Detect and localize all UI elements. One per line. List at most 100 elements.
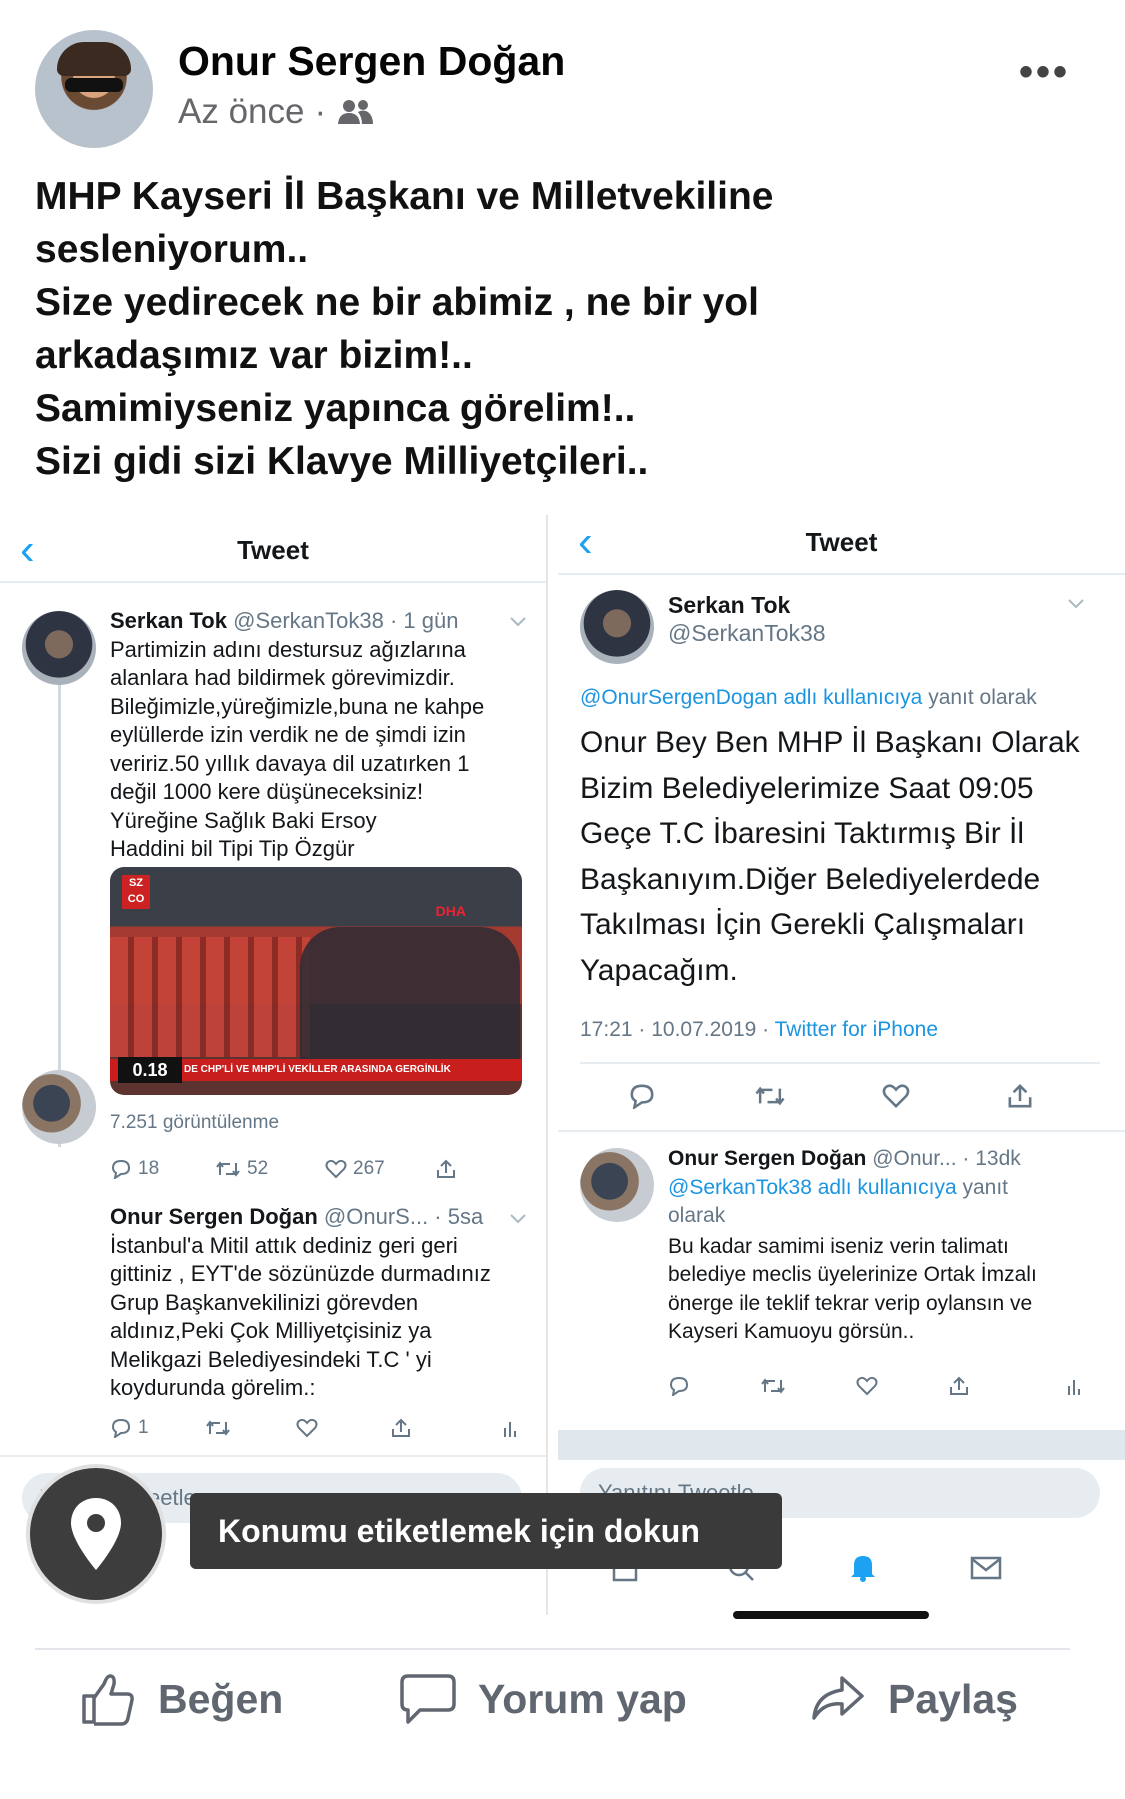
chevron-down-icon[interactable] bbox=[508, 1212, 528, 1226]
reply-action[interactable]: 18 bbox=[110, 1158, 215, 1180]
meta-separator: · bbox=[314, 92, 327, 131]
tweet-header: Onur Sergen Doğan @OnurS... · 5sa bbox=[110, 1203, 542, 1232]
tweet-line: Partimizin adını destursuz ağızlarına bbox=[110, 636, 466, 662]
tweet-header: Serkan Tok @SerkanTok38 bbox=[668, 591, 826, 647]
post-text-line: Size yedirecek ne bir abimiz , ne bir yo… bbox=[35, 281, 759, 324]
tweet-line: Melikgazi Belediyesindeki T.C ' yi bbox=[110, 1346, 432, 1372]
divider bbox=[580, 1062, 1100, 1064]
tweet-line: belediye meclis üyelerinize Ortak İmzalı bbox=[668, 1263, 1037, 1286]
right-tweet-screenshot[interactable]: ‹ Tweet Serkan Tok @SerkanTok38 @OnurSer… bbox=[558, 515, 1125, 1615]
heart-icon[interactable] bbox=[882, 1083, 910, 1109]
action-divider bbox=[35, 1648, 1070, 1650]
tweet-actions: 18 52 267 bbox=[110, 1158, 530, 1180]
tweet-line: Haddini bil Tipi Tip Özgür bbox=[110, 836, 355, 861]
tweet-line: İstanbul'a Mitil attık dediniz geri geri bbox=[110, 1232, 458, 1258]
tweet-line: önerge ile teklif tekrar verip oylansın … bbox=[668, 1291, 1033, 1315]
share-icon[interactable] bbox=[435, 1158, 457, 1180]
reply-to-text: olarak bbox=[668, 1204, 726, 1227]
more-options-icon[interactable]: ••• bbox=[1019, 50, 1070, 95]
reply-count: 18 bbox=[138, 1158, 160, 1179]
author-name[interactable]: Onur Sergen Doğan bbox=[178, 38, 565, 85]
tweet-nav-bar: ‹ Tweet bbox=[558, 515, 1125, 575]
tweet-actions bbox=[668, 1375, 1108, 1397]
retweet-icon[interactable] bbox=[754, 1083, 786, 1109]
tweet-avatar[interactable] bbox=[22, 611, 96, 685]
reply-action[interactable]: 1 bbox=[110, 1417, 205, 1439]
messages-mail-icon[interactable] bbox=[970, 1555, 1002, 1581]
share-icon[interactable] bbox=[390, 1417, 412, 1439]
chevron-down-icon[interactable] bbox=[508, 615, 528, 629]
location-tooltip[interactable]: Konumu etiketlemek için dokun bbox=[190, 1493, 782, 1569]
video-duration: 0.18 bbox=[118, 1057, 182, 1083]
heart-icon[interactable] bbox=[856, 1376, 878, 1396]
like-action[interactable]: 267 bbox=[325, 1158, 435, 1180]
view-count: 7.251 görüntülenme bbox=[110, 1112, 280, 1133]
comment-button[interactable]: Yorum yap bbox=[400, 1672, 687, 1726]
retweet-icon[interactable] bbox=[205, 1418, 231, 1438]
post-text-line: sesleniyorum.. bbox=[35, 228, 309, 271]
separator-band bbox=[558, 1430, 1125, 1460]
retweet-count: 52 bbox=[247, 1158, 269, 1179]
retweet-icon[interactable] bbox=[760, 1376, 786, 1396]
tweet-line: Yüreğine Sağlık Baki Ersoy bbox=[110, 807, 377, 833]
location-pin-button[interactable] bbox=[30, 1468, 162, 1600]
like-button[interactable]: Beğen bbox=[80, 1672, 283, 1726]
retweet-action[interactable]: 52 bbox=[215, 1158, 325, 1180]
share-icon[interactable] bbox=[948, 1375, 970, 1397]
left-tweet-screenshot[interactable]: ‹ Tweet Serkan Tok @SerkanTok38 · 1 gün … bbox=[0, 515, 548, 1615]
reply-to-link[interactable]: @OnurSergenDogan adlı kullanıcıya bbox=[580, 686, 922, 709]
post-meta: Az önce · bbox=[178, 92, 374, 132]
tweet-line: veririz.50 yıllık davaya dil uzatırken 1 bbox=[110, 750, 470, 776]
chevron-down-icon[interactable] bbox=[1066, 597, 1086, 611]
tweet-author[interactable]: Serkan Tok bbox=[668, 591, 826, 619]
analytics-icon[interactable] bbox=[1066, 1376, 1082, 1396]
tweet-avatar[interactable] bbox=[580, 590, 654, 664]
comment-label: Yorum yap bbox=[478, 1675, 687, 1722]
analytics-icon[interactable] bbox=[502, 1418, 518, 1438]
tweet-line: değil 1000 kere düşüneceksiniz! bbox=[110, 779, 424, 804]
post-text-line: MHP Kayseri İl Başkanı ve Milletvekiline bbox=[35, 175, 774, 218]
post-header: Onur Sergen Doğan Az önce · ••• bbox=[0, 0, 1125, 150]
tweet-video[interactable]: SZ CO DHA DE CHP'Lİ VE MHP'Lİ VEKİLLER A… bbox=[110, 867, 522, 1095]
tweet-line: Geçe T.C İbaresini Taktırmış Bir İl bbox=[580, 817, 1025, 850]
tweet-line: Onur Bey Ben MHP İl Başkanı Olarak bbox=[580, 726, 1080, 759]
comment-bubble-icon bbox=[400, 1674, 456, 1724]
notifications-bell-icon[interactable] bbox=[848, 1551, 878, 1583]
reply-to-text: yanıt olarak bbox=[922, 686, 1037, 709]
tweet-author[interactable]: Serkan Tok bbox=[110, 608, 227, 633]
friends-icon[interactable] bbox=[336, 97, 374, 127]
heart-icon[interactable] bbox=[296, 1418, 318, 1438]
reply-icon[interactable] bbox=[668, 1376, 690, 1396]
share-icon[interactable] bbox=[1006, 1082, 1034, 1110]
tweet-avatar[interactable] bbox=[22, 1070, 96, 1144]
tweet-nav-title: Tweet bbox=[237, 535, 309, 565]
reply-icon bbox=[111, 1418, 131, 1438]
agency-logo: DHA bbox=[435, 903, 466, 919]
tweet-author[interactable]: Onur Sergen Doğan bbox=[668, 1147, 866, 1170]
share-label: Paylaş bbox=[888, 1675, 1018, 1722]
reply-icon bbox=[111, 1159, 131, 1179]
post-time[interactable]: Az önce bbox=[178, 92, 304, 132]
tweet-handle: @OnurS... · 5sa bbox=[323, 1204, 484, 1229]
tweet-avatar[interactable] bbox=[580, 1148, 654, 1222]
avatar-hair bbox=[57, 42, 131, 76]
avatar-sunglasses bbox=[65, 78, 123, 92]
client-link[interactable]: Twitter for iPhone bbox=[775, 1018, 938, 1041]
reply-context: @OnurSergenDogan adlı kullanıcıya yanıt … bbox=[580, 686, 1037, 710]
tweet-actions bbox=[628, 1082, 1088, 1110]
tweet-line: eylüllerde izin verdik ne de şimdi izin bbox=[110, 722, 466, 747]
crowd bbox=[300, 927, 520, 1077]
share-button[interactable]: Paylaş bbox=[810, 1672, 1018, 1726]
tweet-body: Serkan Tok @SerkanTok38 · 1 gün Partimiz… bbox=[110, 607, 542, 864]
author-avatar[interactable] bbox=[35, 30, 153, 148]
reply-to-link[interactable]: @SerkanTok38 adlı kullanıcıya bbox=[668, 1176, 957, 1199]
tweet-line: aldınız,Peki Çok Milliyetçisiniz ya bbox=[110, 1318, 432, 1343]
reply-to-text: yanıt bbox=[956, 1175, 1009, 1199]
tweet-line: Bileğimizle,yüreğimizle,buna ne kahpe bbox=[110, 693, 485, 719]
tweet-line: Takılması İçin Gerekli Çalışmaları bbox=[580, 908, 1026, 941]
tweet-author[interactable]: Onur Sergen Doğan bbox=[110, 1204, 318, 1229]
location-pin-icon bbox=[71, 1498, 121, 1570]
reply-icon[interactable] bbox=[628, 1083, 656, 1109]
tweet-line: Kayseri Kamuoyu görsün.. bbox=[668, 1320, 915, 1343]
post-text: MHP Kayseri İl Başkanı ve Milletvekiline… bbox=[35, 170, 1095, 488]
